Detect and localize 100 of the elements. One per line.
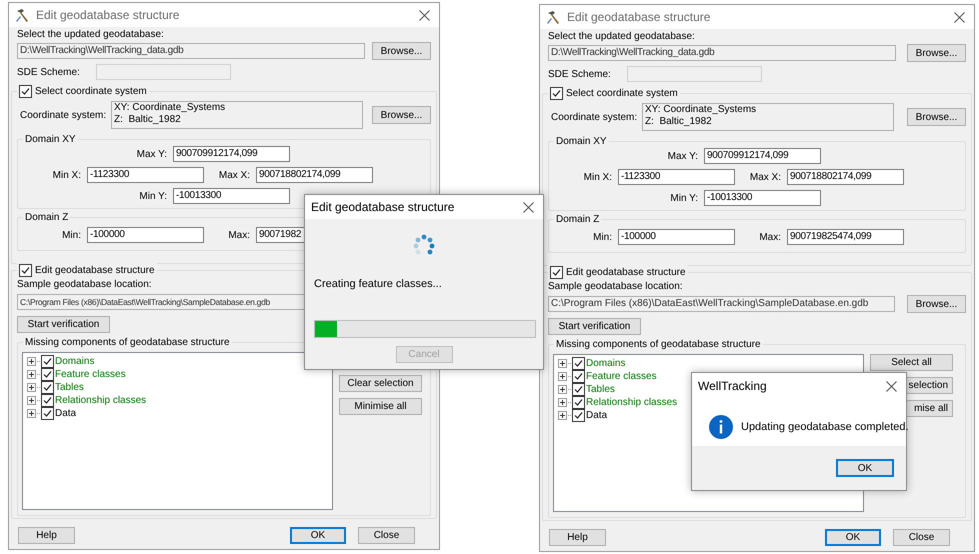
tree-item[interactable]: Tables [586,383,615,396]
field-label: SDE Scheme: [17,66,81,80]
checkbox[interactable] [572,383,585,396]
sde-field[interactable] [627,66,762,82]
checkbox[interactable] [41,355,54,368]
field-label: Min Y: [670,192,698,206]
checkbox[interactable] [41,381,54,394]
field-label: Coordinate system: [550,110,638,124]
checkbox[interactable] [19,264,32,276]
expand-icon[interactable] [558,398,567,407]
tree-item[interactable]: Tables [55,381,84,394]
sde-field[interactable] [96,64,231,80]
spinner-icon [412,234,436,256]
input-field[interactable]: -100000 [618,229,735,245]
tree-item[interactable]: Relationship classes [586,396,678,409]
input-field[interactable]: 900709912174,099 [173,146,290,162]
message-text: Updating geodatabase completed. [741,420,909,435]
action-button[interactable]: Clear selection [339,375,422,392]
close-icon[interactable] [886,380,897,392]
field-label: Max X: [218,168,250,182]
coordinate-field[interactable]: XY: Coordinate_Systems Z: Baltic_1982 [642,103,894,131]
checkbox[interactable] [572,396,585,409]
tree-item[interactable]: Data [55,407,76,420]
tree-item[interactable]: Domains [55,355,94,368]
close-icon[interactable] [419,10,430,20]
browse-button[interactable]: Browse... [907,44,966,62]
input-field[interactable]: 900719825474,099 [787,229,904,245]
browse-button[interactable]: Browse... [372,42,431,60]
path-field[interactable]: C:\Program Files (x86)\DataEast\WellTracking\SampleDatabase.en.gdb [548,296,895,312]
expand-icon[interactable] [558,372,567,381]
expand-icon[interactable] [558,359,567,368]
window-title: Edit geodatabase structure [36,7,180,24]
dialog-button[interactable]: OK [825,529,881,546]
field-label: Max: [759,230,781,244]
close-icon[interactable] [954,12,965,22]
browse-button[interactable]: Browse... [372,106,431,124]
close-icon[interactable] [523,202,534,212]
tree-item[interactable]: Feature classes [55,368,126,381]
verification-button[interactable]: Start verification [17,316,110,333]
checkbox[interactable] [41,407,54,420]
field-label: Min X: [52,168,81,182]
checkbox[interactable] [41,394,54,407]
field-label: Sample geodatabase location: [548,281,683,293]
expand-icon[interactable] [558,411,567,420]
tree-item[interactable]: Relationship classes [55,394,146,407]
dialog-button[interactable]: Help [549,529,606,546]
checkbox-label: Edit geodatabase structure [35,264,155,278]
coordinate-line: XY: Coordinate_Systems [645,104,758,116]
expand-icon[interactable] [27,409,36,418]
input-field[interactable]: -1123300 [87,167,204,183]
field-label: Select the updated geodatabase: [17,29,165,41]
input-field[interactable]: -10013300 [173,188,290,204]
tree-item[interactable]: Domains [586,357,626,370]
tree-item[interactable]: Feature classes [586,370,657,383]
dialog-button[interactable]: OK [290,527,346,544]
input-field[interactable]: 900718802174,099 [256,167,373,183]
field-label: Min: [593,230,612,244]
group-title: Domain XY [25,132,76,146]
checkbox[interactable] [572,409,585,422]
action-button[interactable]: Select all [870,354,953,371]
expand-icon[interactable] [27,370,36,379]
window-title: Edit geodatabase structure [567,9,710,26]
browse-button[interactable]: Browse... [907,295,966,313]
field-label: Min: [62,228,81,242]
input-field[interactable]: 900709912174,099 [704,148,821,164]
field-label: SDE Scheme: [548,68,612,82]
field-label: Max: [228,228,250,242]
action-button[interactable]: Minimise all [339,398,422,415]
browse-button[interactable]: Browse... [907,108,966,126]
checkbox[interactable] [41,368,54,381]
path-field[interactable]: D:\WellTracking\WellTracking_data.gdb [548,45,896,61]
dialog-button[interactable]: Close [893,529,950,546]
input-field[interactable]: -100000 [87,227,204,243]
tree-item[interactable]: Data [586,409,608,422]
group-title: Missing components of geodatabase structure [25,336,230,350]
ok-button[interactable]: OK [836,459,894,477]
input-field[interactable]: -10013300 [704,190,821,206]
field-label: Min X: [584,170,612,184]
expand-icon[interactable] [27,383,36,392]
checkbox[interactable] [19,84,32,98]
dialog-button[interactable]: Close [358,527,415,544]
checkbox[interactable] [572,370,585,383]
group-title: Domain XY [556,134,607,148]
checkbox-label: Select coordinate system [35,84,147,98]
expand-icon[interactable] [27,357,36,366]
path-field[interactable]: C:\Program Files (x86)\DataEast\WellTracking\SampleDatabase.en.gdb [17,294,305,310]
path-field[interactable]: D:\WellTracking\WellTracking_data.gdb [17,43,365,59]
expand-icon[interactable] [27,396,36,405]
checkbox[interactable] [550,86,563,100]
dialog-button[interactable]: Help [18,527,75,544]
checkbox-label: Edit geodatabase structure [566,266,686,280]
coordinate-field[interactable]: XY: Coordinate_Systems Z: Baltic_1982 [111,101,363,129]
input-field[interactable]: 900718802174,099 [787,169,904,185]
input-field[interactable]: -1123300 [618,169,735,185]
expand-icon[interactable] [558,385,567,394]
verification-button[interactable]: Start verification [548,318,641,335]
checkbox[interactable] [550,266,563,278]
checkbox[interactable] [572,357,585,370]
field-label: Max Y: [136,148,167,162]
field-label: Coordinate system: [19,108,108,122]
